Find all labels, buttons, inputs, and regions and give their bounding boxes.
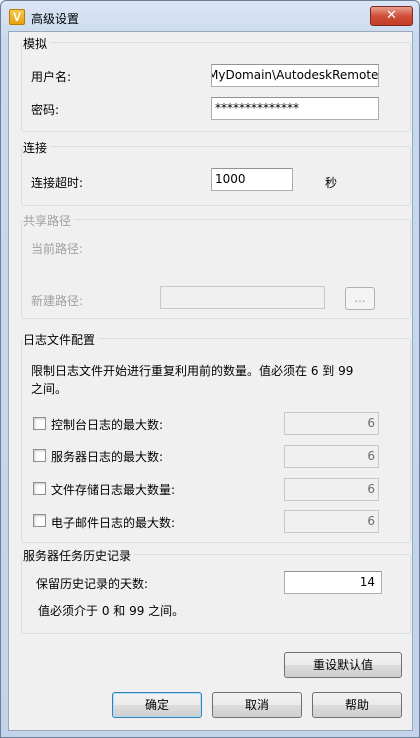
history-group-title: 服务器任务历史记录 bbox=[22, 549, 135, 563]
new-path-input[interactable] bbox=[160, 286, 325, 309]
cancel-button[interactable]: 取消 bbox=[212, 692, 302, 718]
dialog-client-area: 模拟 用户名: MyDomain\AutodeskRemote 密码: ****… bbox=[8, 31, 413, 731]
server-log-label: 服务器日志的最大数: bbox=[51, 450, 164, 464]
console-log-max-input[interactable]: 6 bbox=[284, 412, 379, 435]
close-button[interactable]: ✕ bbox=[370, 6, 413, 26]
password-label: 密码: bbox=[31, 103, 60, 117]
username-input[interactable]: MyDomain\AutodeskRemote bbox=[211, 64, 379, 87]
autodesk-vault-icon: V bbox=[9, 9, 25, 25]
email-log-max-input[interactable]: 6 bbox=[284, 510, 379, 533]
filestore-log-checkbox[interactable] bbox=[33, 482, 46, 495]
server-log-checkbox[interactable] bbox=[33, 449, 46, 462]
console-log-checkbox[interactable] bbox=[33, 417, 46, 430]
new-path-label: 新建路径: bbox=[31, 294, 84, 308]
username-label: 用户名: bbox=[31, 70, 72, 84]
title-bar[interactable]: V 高级设置 ✕ bbox=[1, 1, 419, 35]
email-log-checkbox[interactable] bbox=[33, 514, 46, 527]
simulation-group-title: 模拟 bbox=[22, 37, 51, 51]
filestore-log-max-input[interactable]: 6 bbox=[284, 478, 379, 501]
history-days-input[interactable]: 14 bbox=[284, 571, 382, 594]
console-log-label: 控制台日志的最大数: bbox=[51, 418, 164, 432]
log-config-description: 限制日志文件开始进行重复利用前的数量。值必须在 6 到 99 之间。 bbox=[31, 364, 354, 396]
help-button[interactable]: 帮助 bbox=[312, 692, 402, 718]
reset-defaults-button[interactable]: 重设默认值 bbox=[284, 652, 402, 678]
history-hint: 值必须介于 0 和 99 之间。 bbox=[38, 604, 185, 618]
connection-group-title: 连接 bbox=[22, 141, 51, 155]
shared-path-group-title: 共享路径 bbox=[22, 214, 75, 228]
timeout-unit: 秒 bbox=[325, 176, 338, 190]
log-config-group-title: 日志文件配置 bbox=[22, 333, 99, 347]
current-path-label: 当前路径: bbox=[31, 242, 84, 256]
window-title: 高级设置 bbox=[31, 12, 80, 26]
timeout-input[interactable]: 1000 bbox=[211, 168, 293, 191]
server-log-max-input[interactable]: 6 bbox=[284, 445, 379, 468]
history-days-label: 保留历史记录的天数: bbox=[36, 577, 149, 591]
browse-button[interactable]: ... bbox=[345, 287, 375, 310]
timeout-label: 连接超时: bbox=[31, 176, 84, 190]
dialog-window: V 高级设置 ✕ 模拟 用户名: MyDomain\AutodeskRemote… bbox=[0, 0, 420, 738]
ok-button[interactable]: 确定 bbox=[112, 692, 202, 718]
password-input[interactable]: ************** bbox=[211, 97, 379, 120]
filestore-log-label: 文件存储日志最大数量: bbox=[51, 483, 176, 497]
email-log-label: 电子邮件日志的最大数: bbox=[51, 516, 176, 530]
history-group: 服务器任务历史记录 bbox=[21, 549, 411, 634]
username-value: MyDomain\AutodeskRemote bbox=[211, 68, 379, 82]
